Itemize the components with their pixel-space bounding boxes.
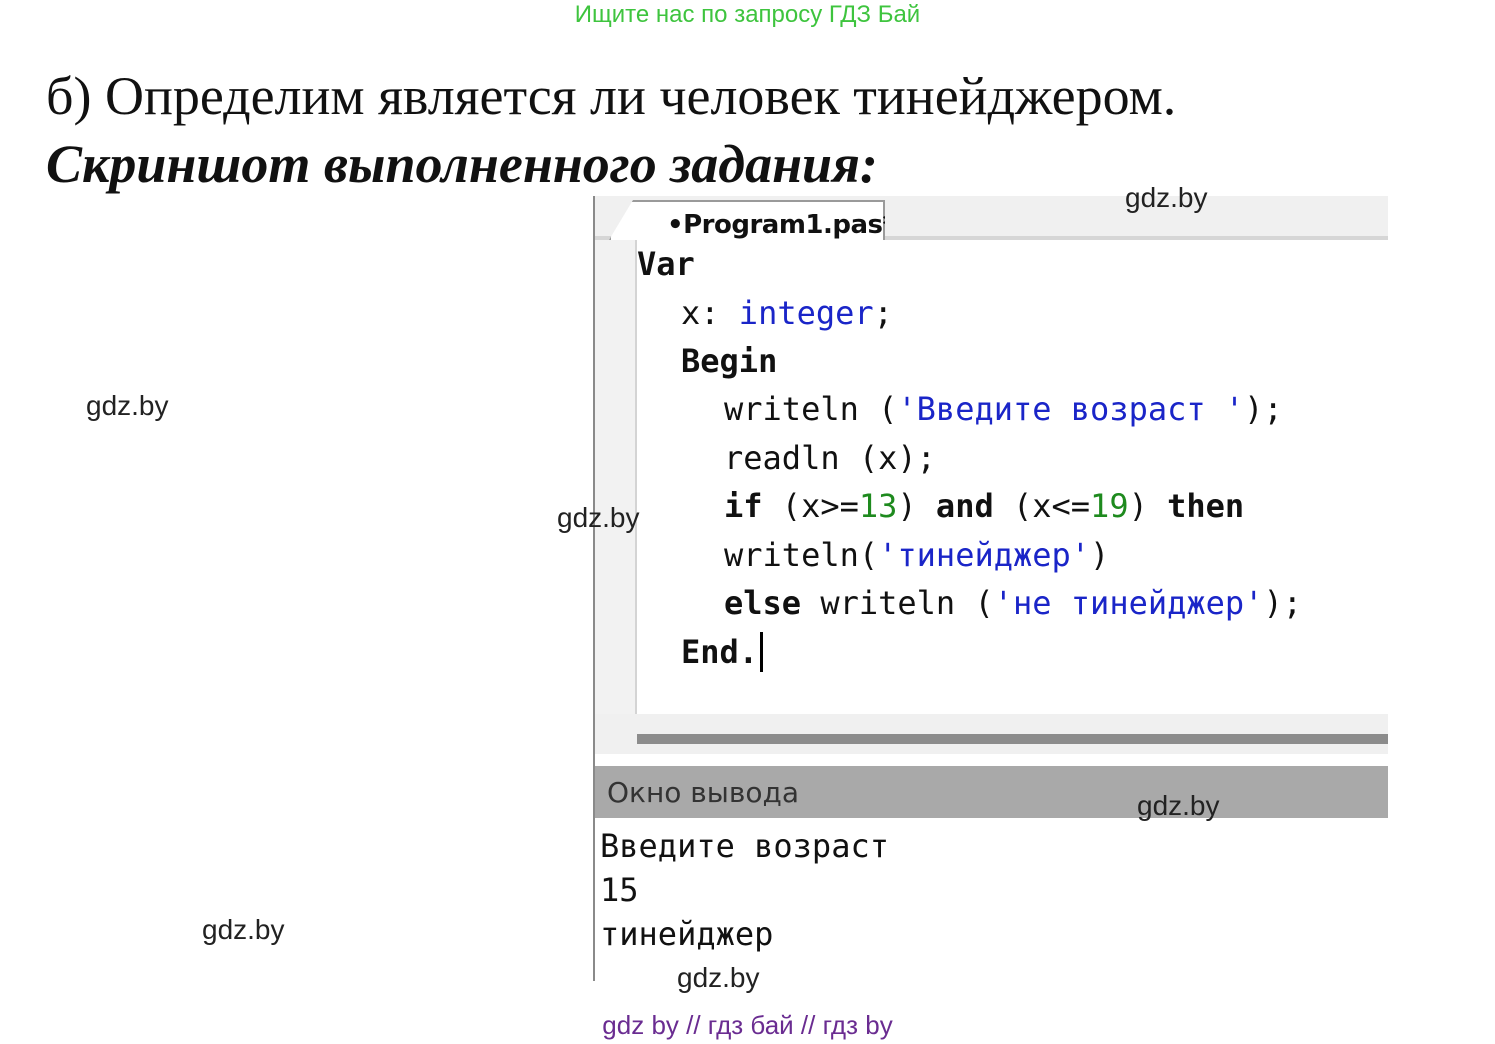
code-editor[interactable]: Var x: integer; Begin writeln ('Введите …: [595, 240, 1388, 714]
watermark: gdz.by: [677, 962, 760, 993]
output-window-header: Окно вывода: [595, 766, 1388, 818]
watermark: gdz.by: [86, 390, 169, 421]
code-text: (x>=: [762, 487, 859, 525]
output-line-3: тинейджер: [600, 915, 774, 953]
code-text: x:: [681, 294, 739, 332]
code-line-5: readln (x);: [724, 438, 936, 478]
code-text: );: [1263, 584, 1302, 622]
code-line-2: x: integer;: [681, 293, 893, 333]
screenshot-caption: Скриншот выполненного задания:: [46, 134, 878, 194]
string-literal: 'тинейджер': [878, 536, 1091, 574]
top-banner: Ищите нас по запросу ГДЗ Бай: [574, 1, 921, 28]
tab-program1[interactable]: •Program1.pas*: [609, 200, 885, 240]
watermark: gdz.by: [557, 502, 640, 533]
keyword-var: Var: [637, 245, 695, 283]
string-literal: 'не тинейджер': [993, 584, 1264, 622]
code-text: );: [1244, 390, 1283, 428]
code-line-7: writeln('тинейджер'): [724, 535, 1109, 575]
number-literal: 13: [858, 487, 898, 525]
code-line-8: else writeln ('не тинейджер');: [724, 583, 1302, 623]
keyword-if: if: [724, 487, 763, 525]
footer-links: gdz by // гдз бай // гдз by: [602, 1010, 893, 1040]
output-line-2: 15: [600, 871, 639, 909]
code-text: ): [897, 487, 936, 525]
keyword-else: else: [724, 584, 802, 622]
text-caret: [760, 632, 764, 672]
watermark: gdz.by: [202, 914, 285, 945]
keyword-then: then: [1167, 487, 1245, 525]
code-line-4: writeln ('Введите возраст ');: [724, 389, 1283, 429]
code-line-6: if (x>=13) and (x<=19) then: [724, 486, 1244, 526]
output-window: Введите возраст 15 тинейджер: [595, 818, 1388, 986]
ide-screenshot: •Program1.pas* Var x: integer; Begin wri…: [593, 196, 1388, 986]
watermark: gdz.by: [1137, 790, 1220, 821]
watermark: gdz.by: [1125, 182, 1208, 213]
code-line-3: Begin: [681, 341, 777, 381]
tab-label: •Program1.pas*: [667, 210, 896, 240]
output-window-title: Окно вывода: [607, 776, 800, 809]
code-text: writeln (: [724, 390, 898, 428]
code-text: writeln(: [724, 536, 879, 574]
horizontal-scrollbar[interactable]: [595, 714, 1388, 754]
number-literal: 19: [1090, 487, 1129, 525]
output-line-1: Введите возраст: [600, 827, 889, 865]
code-text: ): [1128, 487, 1168, 525]
keyword-end: End.: [681, 633, 759, 671]
string-literal: 'Введите возраст ': [897, 390, 1245, 428]
code-line-9: End.: [681, 632, 764, 672]
keyword-and: and: [935, 487, 994, 525]
code-text: (x<=: [993, 487, 1091, 525]
code-text: ;: [873, 294, 893, 332]
task-heading: б) Определим является ли человек тинейдж…: [46, 66, 1177, 126]
editor-gutter: [595, 240, 637, 714]
code-line-1: Var: [637, 244, 695, 284]
code-text: readln (x);: [724, 439, 936, 477]
type-integer: integer: [738, 294, 874, 332]
code-text: ): [1090, 536, 1110, 574]
scrollbar-thumb[interactable]: [637, 734, 1388, 744]
code-text: writeln (: [801, 584, 994, 622]
keyword-begin: Begin: [681, 342, 778, 380]
